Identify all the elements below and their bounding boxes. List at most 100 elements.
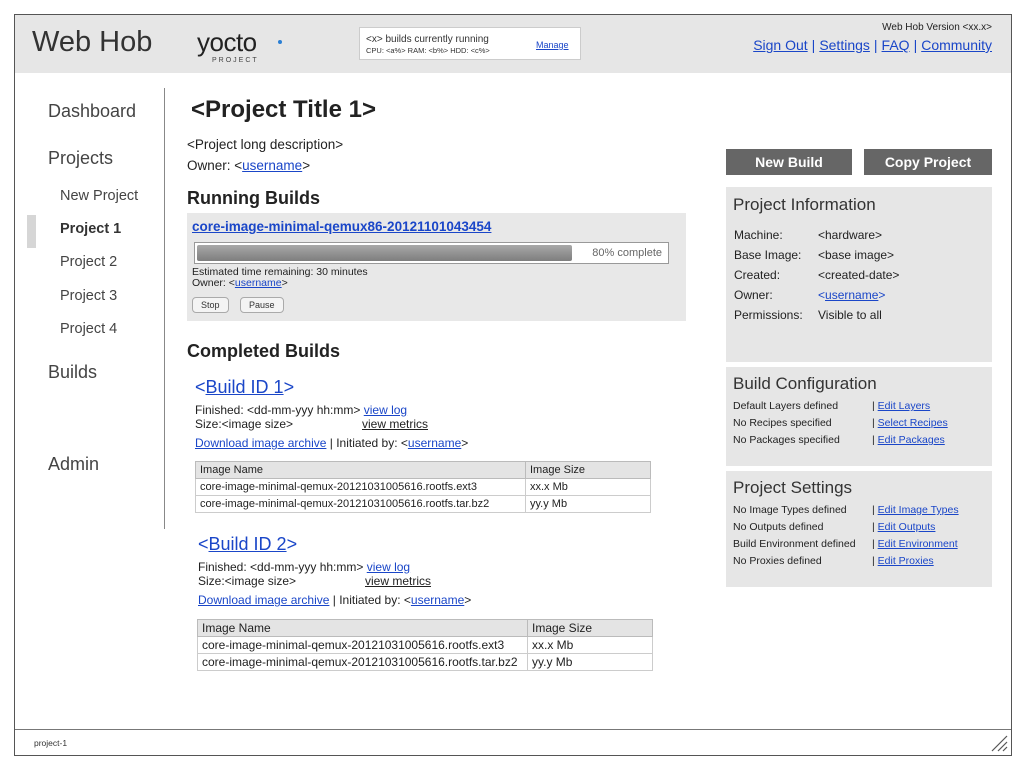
version-text: Web Hob Version <xx.x> [882, 22, 992, 33]
environment-status: Build Environment defined [733, 538, 856, 550]
image-size-cell: yy.y Mb [525, 495, 651, 513]
permissions-value: Visible to all [818, 308, 882, 322]
edit-proxies-link[interactable]: Edit Proxies [878, 555, 934, 567]
logo-word: yocto [197, 27, 257, 57]
active-item-marker [27, 215, 36, 248]
view-log-link[interactable]: view log [364, 403, 407, 417]
owner-prefix: Owner: < [187, 158, 243, 173]
sidebar-item-dashboard[interactable]: Dashboard [48, 101, 136, 122]
build-title-1: <Build ID 1> [195, 377, 294, 398]
sidebar-item-projects[interactable]: Projects [48, 148, 113, 169]
select-recipes-link[interactable]: Select Recipes [878, 417, 948, 429]
owner-link[interactable]: username [242, 158, 302, 173]
stop-button[interactable]: Stop [192, 297, 229, 313]
view-metrics-link[interactable]: view metrics [365, 574, 431, 588]
settings-link[interactable]: Settings [819, 37, 870, 53]
gt-symbol: > [878, 288, 886, 302]
build-id-link[interactable]: Build ID 2 [209, 534, 287, 554]
edit-environment-link[interactable]: Edit Environment [878, 538, 958, 550]
download-line: Download image archive | Initiated by: <… [198, 593, 471, 607]
build-configuration-panel: Build Configuration Default Layers defin… [726, 367, 992, 466]
project-owner: Owner: <username> [187, 158, 310, 173]
lt-symbol: < [198, 534, 209, 554]
select-recipes-row: | Select Recipes [872, 417, 948, 429]
download-archive-link[interactable]: Download image archive [198, 593, 329, 607]
link-separator: | [873, 37, 878, 53]
pause-button[interactable]: Pause [240, 297, 284, 313]
images-table: Image Name Image Size core-image-minimal-… [197, 619, 653, 671]
panel-heading: Project Information [733, 195, 876, 214]
sidebar-item-project-2[interactable]: Project 2 [60, 254, 117, 270]
build-status-box: <x> builds currently running CPU: <a%> R… [359, 27, 581, 60]
sidebar-item-builds[interactable]: Builds [48, 362, 97, 383]
images-table: Image Name Image Size core-image-minimal-… [195, 461, 651, 513]
build-id-link[interactable]: Build ID 1 [206, 377, 284, 397]
project-description: <Project long description> [187, 137, 344, 152]
link-separator: | [872, 521, 875, 533]
edit-proxies-row: | Edit Proxies [872, 555, 934, 567]
view-log-link[interactable]: view log [367, 560, 410, 574]
app-title: Web Hob [32, 26, 153, 58]
recipes-status: No Recipes specified [733, 417, 832, 429]
image-name-cell: core-image-minimal-qemux-20121031005616.… [197, 636, 528, 654]
view-metrics-link[interactable]: view metrics [362, 417, 428, 431]
copy-project-button[interactable]: Copy Project [864, 149, 992, 175]
edit-image-types-link[interactable]: Edit Image Types [878, 504, 959, 516]
owner-label: Owner: [734, 288, 773, 302]
manage-link[interactable]: Manage [536, 40, 569, 50]
new-build-button[interactable]: New Build [726, 149, 852, 175]
edit-packages-link[interactable]: Edit Packages [878, 434, 945, 446]
base-image-value: <base image> [818, 248, 895, 262]
link-separator: | [872, 538, 875, 550]
size-line: Size:<image size> [195, 417, 293, 431]
table-header-row: Image Name Image Size [195, 461, 651, 479]
link-separator: | [811, 37, 816, 53]
machine-label: Machine: [734, 228, 783, 242]
initiated-user-link[interactable]: username [408, 436, 461, 450]
table-row: core-image-minimal-qemux-20121031005616.… [195, 478, 651, 496]
owner-link[interactable]: username [825, 288, 878, 302]
image-size-cell: yy.y Mb [527, 653, 653, 671]
size-text: Size:<image size> [198, 574, 297, 588]
header-bar: Web Hob yocto PROJECT <x> builds current… [15, 15, 1011, 73]
owner-suffix: > [281, 277, 288, 289]
sidebar-item-project-4[interactable]: Project 4 [60, 321, 117, 337]
build-progress-bar: 80% complete [194, 242, 669, 264]
faq-link[interactable]: FAQ [882, 37, 910, 53]
sidebar-item-project-1[interactable]: Project 1 [60, 221, 121, 237]
image-name-cell: core-image-minimal-qemux-20121031005616.… [195, 478, 526, 496]
finished-line: Finished: <dd-mm-yyy hh:mm> view log [195, 403, 407, 417]
sidebar-item-new-project[interactable]: New Project [60, 188, 138, 204]
sidebar-item-admin[interactable]: Admin [48, 454, 99, 475]
permissions-label: Permissions: [734, 308, 803, 322]
running-builds-heading: Running Builds [187, 188, 320, 208]
link-separator: | [872, 555, 875, 567]
owner-suffix: > [302, 158, 311, 173]
sidebar-item-project-3[interactable]: Project 3 [60, 288, 117, 304]
link-separator: | [872, 434, 875, 446]
edit-layers-link[interactable]: Edit Layers [878, 400, 931, 412]
sign-out-link[interactable]: Sign Out [753, 37, 807, 53]
column-header: Image Name [197, 619, 528, 637]
page-title: <Project Title 1> [191, 96, 376, 123]
edit-outputs-link[interactable]: Edit Outputs [878, 521, 936, 533]
column-header: Image Size [525, 461, 651, 479]
running-build-link[interactable]: core-image-minimal-qemux86-2012110104345… [192, 219, 491, 234]
finished-line: Finished: <dd-mm-yyy hh:mm> view log [198, 560, 410, 574]
download-archive-link[interactable]: Download image archive [195, 436, 326, 450]
link-separator: | [872, 400, 875, 412]
image-size-cell: xx.x Mb [525, 478, 651, 496]
resize-grip-icon[interactable] [990, 734, 1008, 752]
initiated-suffix: > [461, 436, 469, 450]
running-owner-link[interactable]: username [235, 277, 282, 289]
community-link[interactable]: Community [921, 37, 992, 53]
app-window: Web Hob yocto PROJECT <x> builds current… [14, 14, 1012, 756]
base-image-label: Base Image: [734, 248, 802, 262]
initiated-user-link[interactable]: username [411, 593, 464, 607]
edit-layers-row: | Edit Layers [872, 400, 930, 412]
image-size-cell: xx.x Mb [527, 636, 653, 654]
finished-text: Finished: <dd-mm-yyy hh:mm> [195, 403, 361, 417]
panel-heading: Project Settings [733, 478, 853, 497]
size-line: Size:<image size> [198, 574, 296, 588]
edit-outputs-row: | Edit Outputs [872, 521, 935, 533]
